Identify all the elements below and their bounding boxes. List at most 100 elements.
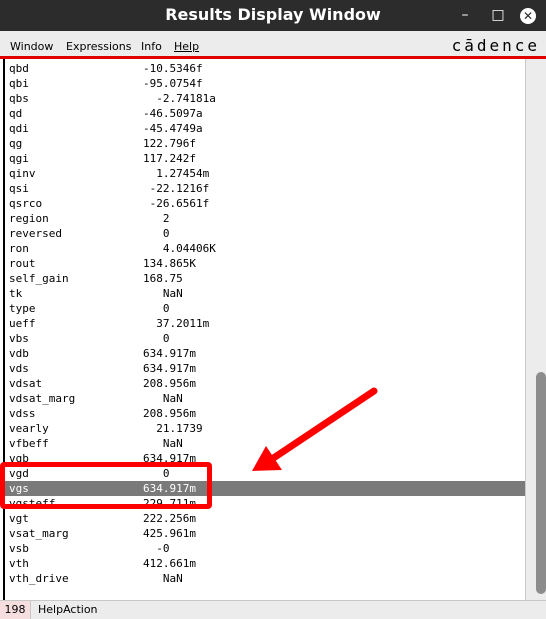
result-value: 168.75: [143, 272, 183, 285]
result-row[interactable]: vds 634.917m: [5, 361, 525, 376]
result-row[interactable]: vsat_marg 425.961m: [5, 526, 525, 541]
result-row[interactable]: rout 134.865K: [5, 256, 525, 271]
result-value: 1.27454m: [143, 167, 210, 180]
result-row[interactable]: vth_drive NaN: [5, 571, 525, 586]
result-value: 117.242f: [143, 152, 196, 165]
result-row[interactable]: vfbeff NaN: [5, 436, 525, 451]
result-row[interactable]: vsb -0: [5, 541, 525, 556]
result-key: vdb: [9, 347, 29, 360]
result-value: NaN: [143, 392, 183, 405]
result-row[interactable]: qd -46.5097a: [5, 106, 525, 121]
result-value: 634.917m: [143, 362, 196, 375]
scrollbar-thumb[interactable]: [536, 372, 546, 594]
result-value: 425.961m: [143, 527, 196, 540]
result-row[interactable]: vbs 0: [5, 331, 525, 346]
result-key: rout: [9, 257, 36, 270]
result-key: vbs: [9, 332, 29, 345]
result-value: 2: [143, 212, 170, 225]
result-key: type: [9, 302, 36, 315]
result-row[interactable]: region 2: [5, 211, 525, 226]
result-key: vdsat: [9, 377, 43, 390]
result-key: qbs: [9, 92, 29, 105]
result-value: 21.1739: [143, 422, 203, 435]
result-key: vth_drive: [9, 572, 69, 585]
result-row[interactable]: qbs -2.74181a: [5, 91, 525, 106]
menu-window[interactable]: Window: [10, 40, 53, 53]
result-key: vdsat_marg: [9, 392, 76, 405]
result-value: -45.4749a: [143, 122, 203, 135]
result-row[interactable]: vdss 208.956m: [5, 406, 525, 421]
close-icon[interactable]: ✕: [520, 8, 536, 24]
result-key: qbd: [9, 62, 29, 75]
result-row[interactable]: vgt 222.256m: [5, 511, 525, 526]
result-key: qdi: [9, 122, 29, 135]
result-key: vgt: [9, 512, 29, 525]
result-key: vsat_marg: [9, 527, 69, 540]
result-value: 222.256m: [143, 512, 196, 525]
result-key: vdss: [9, 407, 36, 420]
result-row[interactable]: ron 4.04406K: [5, 241, 525, 256]
result-row[interactable]: vearly 21.1739: [5, 421, 525, 436]
result-value: -2.74181a: [143, 92, 216, 105]
result-value: 208.956m: [143, 377, 196, 390]
result-value: 0: [143, 302, 170, 315]
result-key: qd: [9, 107, 23, 120]
vertical-scrollbar[interactable]: [525, 59, 546, 600]
result-row[interactable]: qg 122.796f: [5, 136, 525, 151]
result-row[interactable]: qbd -10.5346f: [5, 61, 525, 76]
menu-expressions[interactable]: Expressions: [66, 40, 131, 53]
result-row[interactable]: tk NaN: [5, 286, 525, 301]
result-value: NaN: [143, 572, 183, 585]
result-row[interactable]: vdsat 208.956m: [5, 376, 525, 391]
result-key: qg: [9, 137, 23, 150]
result-value: 0: [143, 332, 170, 345]
result-row[interactable]: qgi 117.242f: [5, 151, 525, 166]
status-line-number: 198: [0, 601, 31, 619]
menu-bar: Window Expressions Info Help cādence: [0, 31, 546, 59]
result-value: -10.5346f: [143, 62, 203, 75]
result-key: reversed: [9, 227, 62, 240]
result-row[interactable]: qdi -45.4749a: [5, 121, 525, 136]
result-row[interactable]: vdb 634.917m: [5, 346, 525, 361]
result-row[interactable]: qsi -22.1216f: [5, 181, 525, 196]
result-row[interactable]: self_gain 168.75: [5, 271, 525, 286]
menu-info[interactable]: Info: [141, 40, 162, 53]
cadence-logo: cādence: [451, 36, 540, 55]
result-value: NaN: [143, 437, 183, 450]
result-key: ueff: [9, 317, 36, 330]
result-value: 4.04406K: [143, 242, 216, 255]
result-value: 412.661m: [143, 557, 196, 570]
result-key: tk: [9, 287, 23, 300]
result-value: 208.956m: [143, 407, 196, 420]
result-key: region: [9, 212, 49, 225]
result-row[interactable]: vth 412.661m: [5, 556, 525, 571]
result-key: vth: [9, 557, 29, 570]
result-key: vds: [9, 362, 29, 375]
result-row[interactable]: qinv 1.27454m: [5, 166, 525, 181]
highlight-box: [0, 462, 212, 509]
result-row[interactable]: ueff 37.2011m: [5, 316, 525, 331]
maximize-icon[interactable]: □: [489, 6, 507, 24]
result-value: NaN: [143, 287, 183, 300]
result-key: self_gain: [9, 272, 69, 285]
result-key: qgi: [9, 152, 29, 165]
result-value: -95.0754f: [143, 77, 203, 90]
result-row[interactable]: qsrco -26.6561f: [5, 196, 525, 211]
result-key: ron: [9, 242, 29, 255]
results-list[interactable]: qbd -10.5346f qbi -95.0754f qbs -2.74181a qd -…: [0, 59, 525, 600]
title-bar: Results Display Window – □ ✕: [0, 0, 546, 31]
result-row[interactable]: reversed 0: [5, 226, 525, 241]
result-value: 134.865K: [143, 257, 196, 270]
result-key: qinv: [9, 167, 36, 180]
result-row[interactable]: type 0: [5, 301, 525, 316]
result-row[interactable]: vdsat_marg NaN: [5, 391, 525, 406]
result-value: 634.917m: [143, 347, 196, 360]
minimize-icon[interactable]: –: [456, 6, 474, 24]
results-panel: qbd -10.5346f qbi -95.0754f qbs -2.74181a qd -…: [0, 59, 546, 600]
result-value: 0: [143, 227, 170, 240]
list-border: [3, 59, 5, 600]
result-row[interactable]: qbi -95.0754f: [5, 76, 525, 91]
result-value: -22.1216f: [143, 182, 210, 195]
menu-help[interactable]: Help: [174, 40, 199, 53]
result-key: qsrco: [9, 197, 43, 210]
